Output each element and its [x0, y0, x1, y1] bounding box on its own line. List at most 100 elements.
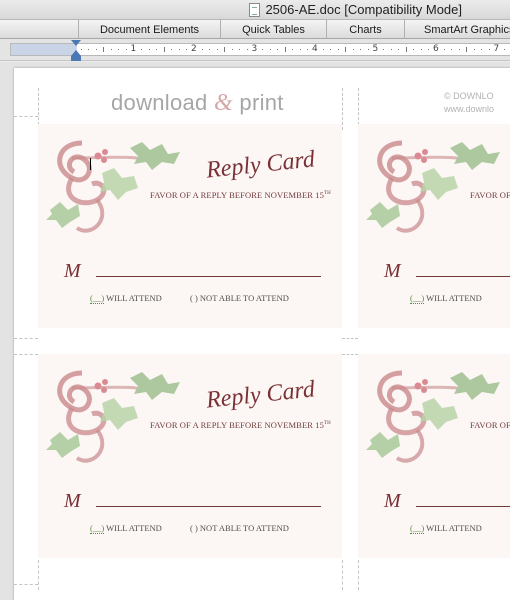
first-line-indent-icon[interactable] — [71, 40, 81, 46]
window-titlebar: 2506-AE.doc [Compatibility Mode] — [0, 0, 510, 19]
decline-option[interactable]: ( ) NOT ABLE TO ATTEND — [190, 523, 289, 533]
crop-mark — [358, 560, 359, 590]
decline-checkbox[interactable]: ( ) — [190, 293, 198, 303]
tab-charts[interactable]: Charts — [326, 20, 404, 39]
ruler-tick — [360, 49, 362, 50]
card-subtitle: FAVOR OF — [470, 420, 510, 430]
ruler-number: 2 — [191, 44, 197, 54]
document-canvas[interactable]: download & print © DOWNLO www.downlo Rep — [0, 62, 510, 600]
crop-mark — [38, 560, 39, 590]
crop-mark — [342, 354, 358, 355]
decline-checkbox[interactable]: ( ) — [190, 523, 198, 533]
brand-logo: download & print — [111, 90, 284, 117]
card-subtitle: FAVOR OF A REPLY BEFORE NOVEMBER 15TH — [150, 190, 331, 200]
ribbon-tab-bar: Document Elements Quick Tables Charts Sm… — [0, 19, 510, 39]
document-icon — [249, 2, 261, 17]
name-prefix: M — [64, 260, 81, 282]
name-prefix: M — [384, 260, 401, 282]
ruler-tick — [284, 47, 286, 52]
name-line[interactable] — [416, 506, 510, 507]
ruler-tick — [466, 47, 468, 52]
holly-ribbon-icon — [46, 140, 180, 233]
ruler-tick — [481, 49, 483, 50]
attend-label: WILL ATTEND — [426, 293, 482, 303]
ruler-tick — [95, 49, 97, 50]
ruler-tick — [246, 49, 248, 50]
ruler-tick — [413, 49, 415, 50]
ruler-tick — [420, 49, 422, 50]
tab-document-elements[interactable]: Document Elements — [78, 20, 220, 39]
card-subtitle-text: FAVOR OF A REPLY BEFORE NOVEMBER 15 — [150, 190, 324, 200]
ruler-number: 3 — [251, 44, 258, 54]
copyright-line-1: © DOWNLO — [444, 91, 494, 101]
ruler-tick — [473, 49, 475, 50]
reply-card[interactable]: Reply Card FAVOR OF A REPLY BEFORE NOVEM… — [38, 354, 342, 558]
attend-checkbox[interactable]: (__) — [410, 293, 425, 304]
ruler-tick — [239, 49, 241, 50]
brand-word-left: download — [111, 90, 208, 115]
window-title: 2506-AE.doc [Compatibility Mode] — [265, 2, 462, 17]
ruler-number: 6 — [433, 44, 439, 54]
crop-mark — [14, 338, 38, 339]
name-line[interactable] — [96, 506, 321, 507]
ruler-tick — [103, 47, 105, 52]
reply-card[interactable]: FAVOR OF M (__) WILL ATTEND — [358, 124, 510, 328]
ruler-tick — [163, 47, 165, 52]
ruler-tick — [262, 49, 264, 50]
ruler-tick — [277, 49, 279, 50]
attend-option[interactable]: (__) WILL ATTEND — [410, 293, 482, 304]
crop-mark — [14, 116, 38, 117]
crop-mark — [342, 88, 343, 130]
ruler-tick — [367, 49, 369, 50]
ruler-tick — [488, 49, 490, 50]
ruler-tick — [299, 49, 301, 50]
holly-ribbon-icon — [46, 370, 180, 463]
ruler-tick — [390, 49, 392, 50]
ruler-tick — [88, 49, 90, 50]
ruler-tick — [345, 47, 347, 52]
card-title: Reply Card — [204, 146, 317, 184]
ruler-number: 1 — [130, 44, 137, 54]
ruler-tick — [171, 49, 173, 50]
card-subtitle-text: FAVOR OF A REPLY BEFORE NOVEMBER 15 — [150, 420, 324, 430]
ruler-left-margin — [11, 44, 77, 55]
attend-checkbox[interactable]: (__) — [90, 293, 105, 304]
horizontal-ruler[interactable]: 1 2 3 4 5 6 7 — [10, 43, 510, 56]
ruler-tick — [443, 49, 445, 50]
copyright-line-2: www.downlo — [444, 104, 495, 114]
attend-checkbox[interactable]: (__) — [410, 523, 425, 534]
crop-mark — [342, 338, 358, 339]
name-line[interactable] — [96, 276, 321, 277]
ruler-tick — [405, 47, 407, 52]
tab-quick-tables[interactable]: Quick Tables — [220, 20, 326, 39]
holly-ribbon-icon — [366, 140, 500, 233]
left-indent-icon[interactable] — [71, 56, 81, 61]
name-line[interactable] — [416, 276, 510, 277]
ruler-tick — [292, 49, 294, 50]
reply-card[interactable]: FAVOR OF M (__) WILL ATTEND — [358, 354, 510, 558]
reply-card[interactable]: Reply Card FAVOR OF A REPLY BEFORE NOVEM… — [38, 124, 342, 328]
attend-option[interactable]: (__) WILL ATTEND — [90, 523, 162, 534]
decline-option[interactable]: ( ) NOT ABLE TO ATTEND — [190, 293, 289, 303]
decline-label: NOT ABLE TO ATTEND — [199, 293, 289, 303]
decline-label: NOT ABLE TO ATTEND — [199, 523, 289, 533]
attend-option[interactable]: (__) WILL ATTEND — [90, 293, 162, 304]
attend-option[interactable]: (__) WILL ATTEND — [410, 523, 482, 534]
ruler-number: 4 — [312, 44, 318, 54]
ruler-tick — [458, 49, 460, 50]
indent-marker[interactable] — [71, 40, 81, 62]
ruler-tick — [383, 49, 385, 50]
ruler-tick — [231, 49, 233, 50]
ruler-tick — [125, 49, 127, 50]
tab-smartart-graphics[interactable]: SmartArt Graphics — [404, 20, 510, 39]
ruler-tick — [337, 49, 339, 50]
ruler-tick — [224, 47, 226, 52]
ruler-tick — [141, 49, 143, 50]
ruler-tick — [209, 49, 211, 50]
attend-checkbox[interactable]: (__) — [90, 523, 105, 534]
document-page[interactable]: download & print © DOWNLO www.downlo Rep — [14, 68, 510, 600]
card-subtitle: FAVOR OF — [470, 190, 510, 200]
card-subtitle: FAVOR OF A REPLY BEFORE NOVEMBER 15TH — [150, 420, 331, 430]
ruler-tick — [216, 49, 218, 50]
ruler-tick — [352, 49, 354, 50]
